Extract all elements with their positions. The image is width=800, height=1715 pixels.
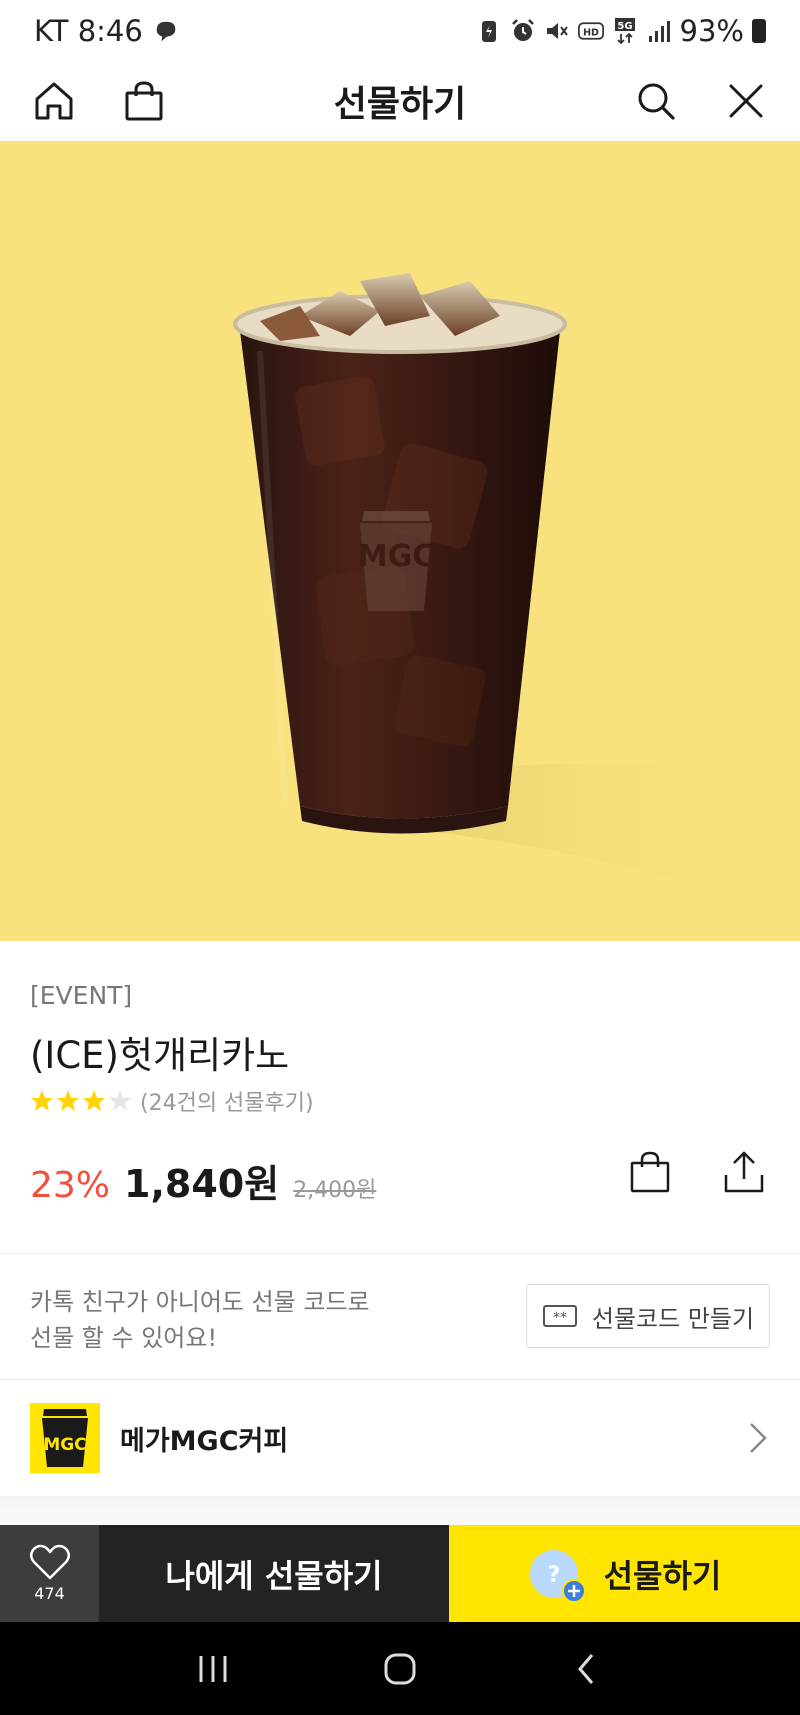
friend-avatar-mark: ? bbox=[547, 1563, 560, 1588]
bag-icon[interactable] bbox=[120, 77, 168, 125]
gift-button[interactable]: ? 선물하기 bbox=[449, 1525, 800, 1622]
home-nav-icon bbox=[384, 1653, 416, 1684]
header-left bbox=[30, 77, 168, 125]
gift-code-description: 카톡 친구가 아니어도 선물 코드로 선물 할 수 있어요! bbox=[30, 1284, 430, 1356]
discount-rate: 23% bbox=[30, 1165, 111, 1206]
recent-apps-icon bbox=[199, 1655, 227, 1682]
cup-logo-text: MGC bbox=[358, 539, 435, 574]
product-name: (ICE)헛개리카노 bbox=[30, 1034, 290, 1077]
brand-row[interactable]: MGC 메가MGC커피 bbox=[0, 1380, 800, 1496]
chevron-right-icon bbox=[750, 1423, 767, 1453]
screen: KT 8:46 HD 5G 93% 선물하기 MGC [EVENT] (ICE)… bbox=[0, 0, 800, 1715]
signal-icon bbox=[646, 18, 672, 44]
price-actions bbox=[628, 1149, 770, 1197]
5g-icon: 5G bbox=[612, 18, 638, 45]
status-bar: KT 8:46 HD 5G 93% bbox=[0, 0, 800, 62]
original-price: 2,400원 bbox=[293, 1178, 377, 1203]
brand-name: 메가MGC커피 bbox=[120, 1425, 289, 1457]
battery-icon bbox=[752, 19, 766, 43]
back-button[interactable] bbox=[557, 1639, 617, 1699]
search-icon[interactable] bbox=[632, 77, 680, 125]
sale-price: 1,840원 bbox=[124, 1162, 280, 1206]
back-icon bbox=[577, 1653, 593, 1684]
review-count: (24건의 선물후기) bbox=[140, 1091, 314, 1116]
wish-count: 474 bbox=[34, 1584, 65, 1603]
status-left: KT 8:46 bbox=[34, 14, 179, 48]
share-icon[interactable] bbox=[722, 1149, 770, 1197]
rating[interactable]: (24건의 선물후기) bbox=[30, 1085, 314, 1117]
star-icon bbox=[57, 1090, 79, 1111]
battery-saver-icon bbox=[476, 18, 502, 44]
gift-to-self-button[interactable]: 나에게 선물하기 bbox=[99, 1525, 449, 1622]
alarm-icon bbox=[510, 18, 536, 44]
price-row: 23% 1,840원 2,400원 bbox=[30, 1153, 376, 1208]
code-ticket-icon: ** bbox=[542, 1305, 577, 1327]
header-right bbox=[632, 77, 770, 125]
system-nav-bar bbox=[0, 1622, 800, 1715]
messenger-icon bbox=[153, 18, 179, 44]
hd-voice-icon: HD bbox=[577, 18, 604, 44]
recent-apps-button[interactable] bbox=[183, 1639, 243, 1699]
brand-logo: MGC bbox=[30, 1403, 100, 1473]
star-empty-icon bbox=[109, 1090, 131, 1111]
iced-coffee-cup-image: MGC bbox=[233, 273, 800, 921]
battery-percent: 93% bbox=[679, 14, 744, 48]
create-gift-code-button[interactable]: ** 선물코드 만들기 bbox=[526, 1284, 770, 1348]
star-icon bbox=[31, 1090, 53, 1111]
event-tag: [EVENT] bbox=[30, 981, 133, 1010]
product-hero-image: MGC bbox=[0, 141, 800, 941]
brand-logo-text: MGC bbox=[43, 1435, 86, 1455]
gift-button-label: 선물하기 bbox=[603, 1556, 722, 1595]
gift-code-section: 카톡 친구가 아니어도 선물 코드로 선물 할 수 있어요! ** 선물코드 만… bbox=[0, 1254, 800, 1378]
close-icon[interactable] bbox=[722, 77, 770, 125]
friend-avatar-icon: ? bbox=[528, 1546, 586, 1603]
home-nav-button[interactable] bbox=[370, 1639, 430, 1699]
status-right: HD 5G 93% bbox=[476, 14, 766, 48]
carrier-time: KT 8:46 bbox=[34, 14, 143, 48]
wish-button[interactable]: 474 bbox=[0, 1525, 99, 1622]
app-header: 선물하기 bbox=[0, 62, 800, 140]
bottom-action-bar: 474 나에게 선물하기 ? 선물하기 bbox=[0, 1525, 800, 1622]
add-to-cart-icon[interactable] bbox=[628, 1149, 676, 1197]
mute-icon bbox=[544, 18, 570, 44]
heart-icon bbox=[29, 1544, 70, 1580]
svg-text:HD: HD bbox=[583, 27, 599, 38]
svg-text:**: ** bbox=[553, 1310, 567, 1326]
create-gift-code-label: 선물코드 만들기 bbox=[591, 1304, 755, 1333]
svg-text:5G: 5G bbox=[617, 21, 632, 32]
section-gap bbox=[0, 1496, 800, 1524]
home-icon[interactable] bbox=[30, 77, 78, 125]
star-icon bbox=[83, 1090, 105, 1111]
gift-code-line1: 카톡 친구가 아니어도 선물 코드로 bbox=[30, 1288, 370, 1316]
gift-code-line2: 선물 할 수 있어요! bbox=[30, 1324, 218, 1352]
rating-stars bbox=[30, 1089, 132, 1113]
